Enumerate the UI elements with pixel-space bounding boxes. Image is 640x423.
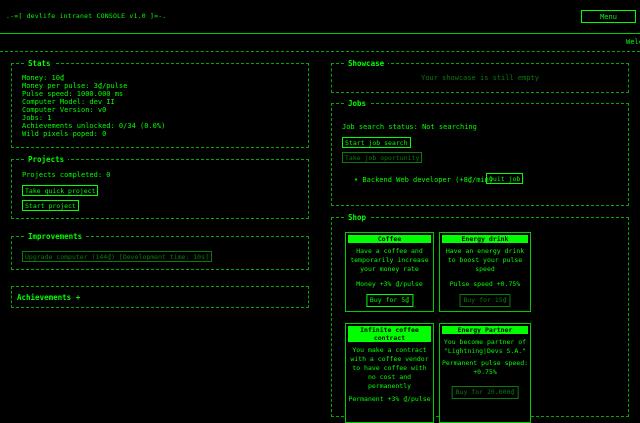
buy-coffee-button[interactable]: Buy for 5₫ bbox=[365, 294, 414, 307]
shop-panel: Shop Coffee Have a coffee and temporaril… bbox=[331, 213, 629, 423]
projects-panel: Projects Projects completed: 0 Take quic… bbox=[11, 155, 309, 219]
stats-title: Stats bbox=[24, 59, 55, 68]
stat-computer-version: Computer Version: v0 bbox=[22, 106, 107, 114]
shop-item-effect: Money +3% ₫/pulse bbox=[356, 280, 423, 288]
shop-item-name: Energy drink bbox=[442, 235, 528, 243]
job-search-status: Job search status: Not searching bbox=[342, 123, 477, 131]
shop-item-desc: You make a contract with a coffee vendor… bbox=[350, 346, 429, 390]
stat-achievements: Achievements unlocked: 0/34 (0.0%) bbox=[22, 122, 166, 130]
shop-item-desc: Have a coffee and temporarily increase y… bbox=[350, 247, 429, 273]
shop-item-effect: Permanent pulse speed: +0.75% bbox=[441, 359, 529, 376]
news-ticker: Welc bbox=[0, 33, 640, 52]
stat-computer-model: Computer Model: dev II bbox=[22, 98, 115, 106]
buy-energy-partner-button[interactable]: Buy for 20.000₫ bbox=[451, 386, 519, 399]
quick-project-button[interactable]: Take quick project bbox=[22, 185, 99, 196]
start-project-button[interactable]: Start project bbox=[22, 200, 79, 211]
top-bar: .-=[ devlife intranet CONSOLE v1.0 ]=-. … bbox=[0, 0, 640, 34]
upgrade-computer-button[interactable]: Upgrade computer (144₫) [Development tim… bbox=[22, 251, 212, 262]
showcase-empty-text: Your showcase is still empty bbox=[420, 74, 539, 82]
jobs-panel: Jobs Job search status: Not searching St… bbox=[331, 99, 629, 206]
shop-item-effect: Permanent +3% ₫/pulse bbox=[348, 395, 431, 403]
shop-item-energy-partner: Energy Partner You become partner of "Li… bbox=[439, 323, 531, 423]
achievements-toggle[interactable]: Achievements + bbox=[11, 286, 309, 308]
jobs-title: Jobs bbox=[344, 99, 371, 108]
shop-item-name: Energy Partner bbox=[442, 326, 528, 334]
shop-item-infinite-coffee: Infinite coffee contract You make a cont… bbox=[345, 323, 434, 423]
buy-energy-drink-button[interactable]: Buy for 15₫ bbox=[459, 294, 511, 307]
take-job-opportunity-button[interactable]: Take job oportunity bbox=[342, 152, 423, 163]
shop-item-energy-drink: Energy drink Have an energy drink to boo… bbox=[439, 232, 531, 312]
start-job-search-button[interactable]: Start job search bbox=[342, 137, 411, 148]
showcase-title: Showcase bbox=[344, 59, 389, 68]
showcase-panel: Showcase Your showcase is still empty bbox=[331, 59, 629, 93]
stat-money: Money: 10₫ bbox=[22, 74, 65, 82]
app-title: .-=[ devlife intranet CONSOLE v1.0 ]=-. bbox=[6, 12, 167, 20]
stat-pulse-speed: Pulse speed: 1000.000 ms bbox=[22, 90, 124, 98]
shop-title: Shop bbox=[344, 213, 371, 222]
projects-completed: Projects completed: 0 bbox=[22, 171, 111, 179]
improvements-panel: Improvements Upgrade computer (144₫) [De… bbox=[11, 232, 309, 270]
ticker-text: Welc bbox=[626, 38, 640, 46]
stat-money-per-pulse: Money per pulse: 3₫/pulse bbox=[22, 82, 128, 90]
shop-item-desc: You become partner of "Lightning|Devs S.… bbox=[443, 338, 527, 355]
stat-wild-pixels: Wild pixels poped: 0 bbox=[22, 130, 107, 138]
current-job-item: • Backend Web developer (+8₫/min) bbox=[354, 176, 494, 184]
achievements-label: Achievements + bbox=[17, 293, 81, 302]
projects-title: Projects bbox=[24, 155, 69, 164]
shop-item-name: Coffee bbox=[348, 235, 431, 243]
shop-item-name: Infinite coffee contract bbox=[348, 326, 431, 342]
shop-item-desc: Have an energy drink to boost your pulse… bbox=[445, 247, 525, 273]
shop-item-coffee: Coffee Have a coffee and temporarily inc… bbox=[345, 232, 434, 312]
stat-jobs: Jobs: 1 bbox=[22, 114, 52, 122]
quit-job-button[interactable]: Quit job bbox=[486, 173, 524, 184]
improvements-title: Improvements bbox=[24, 232, 87, 241]
stats-panel: Stats Money: 10₫ Money per pulse: 3₫/pul… bbox=[11, 59, 309, 148]
shop-item-effect: Pulse speed +0.75% bbox=[449, 280, 521, 288]
menu-button[interactable]: Menu bbox=[581, 10, 636, 23]
